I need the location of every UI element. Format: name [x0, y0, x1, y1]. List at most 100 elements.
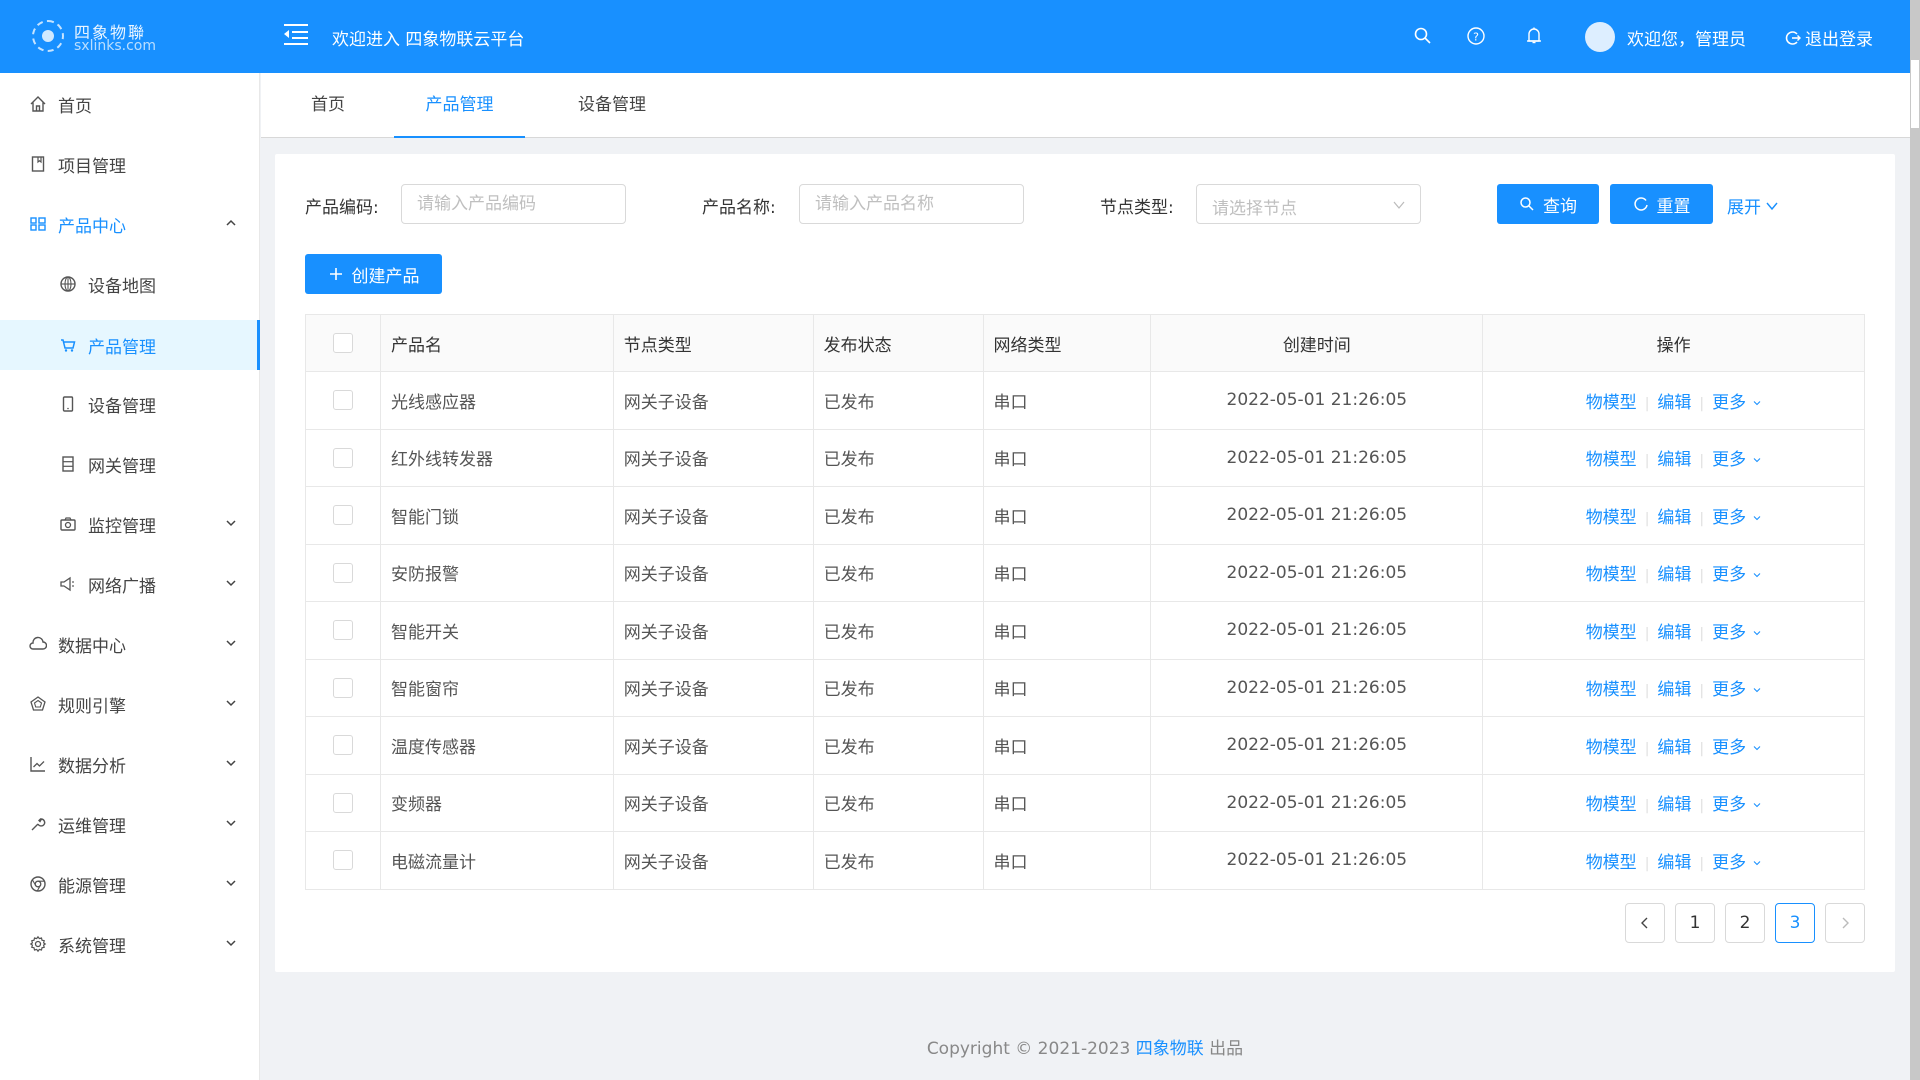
edit-link[interactable]: 编辑: [1657, 565, 1691, 585]
page-scrollbar[interactable]: [1910, 0, 1920, 1080]
mobile-icon: [58, 394, 78, 414]
cell-actions: 物模型 | 编辑 | 更多: [1482, 428, 1865, 487]
sidebar-item-broadcast[interactable]: 网络广播: [0, 554, 260, 614]
scrollbar-thumb[interactable]: [1911, 60, 1919, 128]
next-page-button[interactable]: [1825, 903, 1865, 943]
chevron-down-icon: [226, 580, 236, 587]
column-header-network[interactable]: 网络类型: [982, 314, 1152, 372]
more-dropdown[interactable]: 更多: [1712, 450, 1761, 470]
thing-model-link[interactable]: 物模型: [1586, 853, 1637, 873]
thing-model-link[interactable]: 物模型: [1586, 680, 1637, 700]
tab-device-management[interactable]: 设备管理: [552, 73, 672, 138]
sidebar-item-system[interactable]: 系统管理: [0, 914, 260, 974]
cell-network: 串口: [982, 543, 1152, 602]
help-icon[interactable]: ?: [1466, 26, 1486, 46]
sidebar-item-energy[interactable]: 能源管理: [0, 854, 260, 914]
page-3-button[interactable]: 3: [1775, 903, 1815, 943]
more-dropdown[interactable]: 更多: [1712, 508, 1761, 528]
thing-model-link[interactable]: 物模型: [1586, 623, 1637, 643]
edit-link[interactable]: 编辑: [1657, 508, 1691, 528]
sidebar-item-product-center[interactable]: 产品中心: [0, 194, 260, 254]
edit-link[interactable]: 编辑: [1657, 450, 1691, 470]
tab-product-management[interactable]: 产品管理: [394, 73, 525, 138]
thing-model-link[interactable]: 物模型: [1586, 393, 1637, 413]
sidebar-item-rule-engine[interactable]: 规则引擎: [0, 674, 260, 734]
sidebar-item-device-management[interactable]: 设备管理: [0, 374, 260, 434]
search-icon[interactable]: [1413, 26, 1433, 46]
product-name-input[interactable]: [799, 184, 1024, 224]
cell-network: 串口: [982, 658, 1152, 717]
row-checkbox[interactable]: [332, 447, 353, 468]
thing-model-link[interactable]: 物模型: [1586, 738, 1637, 758]
query-button[interactable]: 查询: [1497, 184, 1599, 224]
more-dropdown[interactable]: 更多: [1712, 623, 1761, 643]
more-dropdown[interactable]: 更多: [1712, 795, 1761, 815]
row-checkbox[interactable]: [332, 505, 353, 526]
edit-link[interactable]: 编辑: [1657, 680, 1691, 700]
more-dropdown[interactable]: 更多: [1712, 738, 1761, 758]
edit-link[interactable]: 编辑: [1657, 623, 1691, 643]
sidebar-item-monitoring[interactable]: 监控管理: [0, 494, 260, 554]
more-dropdown[interactable]: 更多: [1712, 565, 1761, 585]
edit-link[interactable]: 编辑: [1657, 853, 1691, 873]
line-chart-icon: [28, 754, 48, 774]
row-checkbox[interactable]: [332, 562, 353, 583]
row-checkbox[interactable]: [332, 735, 353, 756]
prev-page-button[interactable]: [1625, 903, 1665, 943]
chevron-right-icon: [1842, 917, 1849, 929]
page-1-button[interactable]: 1: [1675, 903, 1715, 943]
thing-model-link[interactable]: 物模型: [1586, 508, 1637, 528]
cell-actions: 物模型 | 编辑 | 更多: [1482, 601, 1865, 660]
row-checkbox[interactable]: [332, 677, 353, 698]
menu-fold-icon[interactable]: [284, 24, 308, 45]
edit-link[interactable]: 编辑: [1657, 738, 1691, 758]
bell-icon[interactable]: [1524, 26, 1544, 46]
cell-node-type: 网关子设备: [612, 486, 814, 545]
column-header-created[interactable]: 创建时间: [1150, 314, 1484, 372]
logo[interactable]: 四象物聯 sxlinks.com: [32, 16, 172, 58]
product-code-input[interactable]: [401, 184, 626, 224]
sidebar-item-data-center[interactable]: 数据中心: [0, 614, 260, 674]
sidebar-item-operations[interactable]: 运维管理: [0, 794, 260, 854]
divider: |: [1644, 683, 1650, 700]
expand-toggle[interactable]: 展开: [1727, 193, 1779, 218]
avatar[interactable]: [1585, 22, 1615, 52]
column-header-name[interactable]: 产品名: [379, 314, 614, 372]
row-select-cell: [305, 486, 381, 545]
node-type-select[interactable]: 请选择节点: [1196, 184, 1421, 224]
select-all-checkbox[interactable]: [332, 333, 353, 353]
more-dropdown[interactable]: 更多: [1712, 393, 1761, 413]
page-2-button[interactable]: 2: [1725, 903, 1765, 943]
row-checkbox[interactable]: [332, 620, 353, 641]
row-checkbox[interactable]: [332, 792, 353, 813]
create-product-button[interactable]: 创建产品: [305, 254, 442, 294]
edit-link[interactable]: 编辑: [1657, 795, 1691, 815]
logout-icon: [1785, 30, 1801, 45]
sidebar-item-label: 网络广播: [88, 576, 156, 597]
sidebar-item-home[interactable]: 首页: [0, 74, 260, 134]
column-header-node-type[interactable]: 节点类型: [612, 314, 814, 372]
column-header-status[interactable]: 发布状态: [812, 314, 984, 372]
thing-model-link[interactable]: 物模型: [1586, 565, 1637, 585]
divider: |: [1699, 453, 1705, 470]
row-checkbox[interactable]: [332, 390, 353, 411]
cell-node-type: 网关子设备: [612, 543, 814, 602]
thing-model-link[interactable]: 物模型: [1586, 795, 1637, 815]
sidebar-item-projects[interactable]: 项目管理: [0, 134, 260, 194]
sidebar-item-data-analysis[interactable]: 数据分析: [0, 734, 260, 794]
tab-home[interactable]: 首页: [295, 73, 361, 138]
sidebar-item-label: 产品管理: [88, 337, 156, 358]
divider: |: [1699, 510, 1705, 527]
sidebar-item-product-management[interactable]: 产品管理: [0, 320, 260, 370]
reset-button[interactable]: 重置: [1610, 184, 1713, 224]
sidebar-item-gateway-management[interactable]: 网关管理: [0, 434, 260, 494]
logout-button[interactable]: 退出登录: [1785, 25, 1873, 50]
footer-brand-link[interactable]: 四象物联: [1136, 1039, 1204, 1059]
more-dropdown[interactable]: 更多: [1712, 680, 1761, 700]
sidebar-item-device-map[interactable]: 设备地图: [0, 254, 260, 314]
more-dropdown[interactable]: 更多: [1712, 853, 1761, 873]
row-checkbox[interactable]: [332, 850, 353, 871]
cell-created-time: 2022-05-01 21:26:05: [1150, 371, 1484, 430]
thing-model-link[interactable]: 物模型: [1586, 450, 1637, 470]
edit-link[interactable]: 编辑: [1657, 393, 1691, 413]
